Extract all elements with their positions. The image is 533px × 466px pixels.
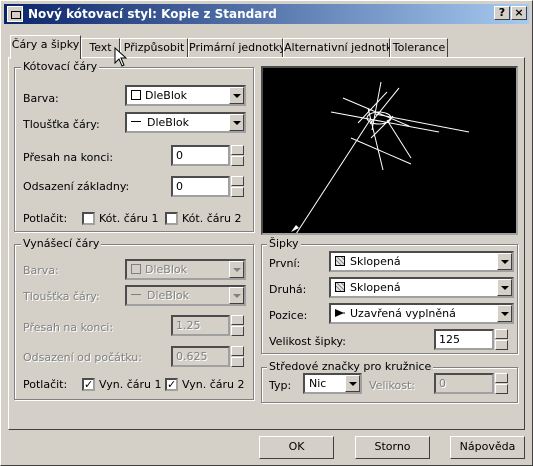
center-type-label: Typ: xyxy=(269,379,292,392)
ext-extend-input[interactable]: 1.25 xyxy=(171,315,230,336)
arrow-first-select[interactable]: Sklopená xyxy=(329,251,514,272)
ext-suppress1-checkbox[interactable]: ✓ xyxy=(82,378,95,391)
ext-lines-title: Vynášecí čáry xyxy=(21,237,102,250)
dim-extend-label: Přesah na konci: xyxy=(23,151,114,164)
ext-extend-spinner[interactable] xyxy=(231,315,244,336)
dialog-window: Nový kótovací styl: Kopie z Standard ? ×… xyxy=(0,0,533,466)
tab-tolerance[interactable]: Tolerance xyxy=(390,38,448,58)
oblique-arrow-icon xyxy=(335,256,345,266)
ok-button[interactable]: OK xyxy=(259,436,334,459)
window-title: Nový kótovací styl: Kopie z Standard xyxy=(28,7,277,21)
arrow-first-value: Sklopená xyxy=(350,255,401,268)
close-button[interactable]: × xyxy=(511,6,527,20)
dim-baseline-value: 0 xyxy=(176,180,183,193)
arrow-second-value: Sklopená xyxy=(350,281,401,294)
chevron-down-icon[interactable] xyxy=(497,253,512,270)
dim-lineweight-select[interactable]: DleBlok xyxy=(125,112,246,133)
ext-offset-spinner[interactable] xyxy=(231,346,244,367)
arrow-size-input[interactable]: 125 xyxy=(434,329,494,350)
chevron-down-icon[interactable] xyxy=(229,261,244,278)
chevron-down-icon[interactable] xyxy=(229,114,244,131)
arrow-size-label: Velikost šipky: xyxy=(269,335,346,348)
help-title-button[interactable]: ? xyxy=(494,6,510,20)
chevron-down-icon[interactable] xyxy=(229,287,244,304)
center-size-label: Velikost: xyxy=(369,379,416,392)
dim-suppress1-checkbox[interactable] xyxy=(82,212,95,225)
arrow-first-label: První: xyxy=(269,257,301,270)
chevron-down-icon[interactable] xyxy=(497,279,512,296)
dim-suppress-label: Potlačit: xyxy=(23,212,68,225)
line-sample-icon xyxy=(131,294,141,295)
arrow-leader-label: Pozice: xyxy=(269,309,308,322)
dim-suppress1-label: Kót. čáru 1 xyxy=(99,212,159,225)
center-size-spinner[interactable] xyxy=(495,373,508,394)
preview-drawing xyxy=(291,81,470,235)
ext-lineweight-label: Tloušťka čáry: xyxy=(23,290,100,303)
ext-suppress2-label: Vyn. čáru 2 xyxy=(182,378,245,391)
oblique-arrow-icon xyxy=(335,282,345,292)
ext-offset-input[interactable]: 0.625 xyxy=(171,346,230,367)
ext-suppress2-checkbox[interactable]: ✓ xyxy=(165,378,178,391)
ext-extend-value: 1.25 xyxy=(176,319,201,332)
dim-baseline-input[interactable]: 0 xyxy=(171,176,230,197)
tab-alternate-units[interactable]: Alternativní jednotky xyxy=(283,38,398,58)
ext-color-label: Barva: xyxy=(23,264,59,277)
ext-offset-label: Odsazení od počátku: xyxy=(23,351,142,364)
mouse-cursor-icon xyxy=(114,47,128,67)
color-swatch xyxy=(131,90,141,100)
dim-baseline-label: Odsazení základny: xyxy=(23,180,130,193)
app-icon xyxy=(7,6,23,22)
color-swatch xyxy=(131,264,141,274)
dim-baseline-spinner[interactable] xyxy=(231,176,244,197)
chevron-down-icon[interactable] xyxy=(497,305,512,322)
dim-color-label: Barva: xyxy=(23,92,59,105)
arrow-size-spinner[interactable] xyxy=(495,329,508,350)
chevron-down-icon[interactable] xyxy=(345,375,360,392)
center-marks-title: Středové značky pro kružnice xyxy=(267,360,434,373)
cancel-button[interactable]: Storno xyxy=(355,436,430,459)
dim-color-value: DleBlok xyxy=(145,89,187,102)
arrow-leader-value: Uzavřená vyplněná xyxy=(350,307,456,320)
dim-extend-input[interactable]: 0 xyxy=(171,145,230,166)
preview-leader-line xyxy=(295,119,371,235)
arrow-leader-select[interactable]: Uzavřená vyplněná xyxy=(329,303,514,324)
dim-suppress2-label: Kót. čáru 2 xyxy=(182,212,242,225)
arrow-second-label: Druhá: xyxy=(269,283,307,296)
dim-lineweight-label: Tloušťka čáry: xyxy=(23,118,100,131)
arrow-size-value: 125 xyxy=(439,333,460,346)
tab-lines-arrows[interactable]: Čáry a šipky xyxy=(10,35,81,59)
dim-color-select[interactable]: DleBlok xyxy=(125,85,246,106)
help-button[interactable]: Nápověda xyxy=(450,436,525,459)
tab-fit[interactable]: Přizpůsobit xyxy=(120,38,188,58)
line-sample-icon xyxy=(131,121,141,122)
ext-color-select[interactable]: DleBlok xyxy=(125,259,246,280)
center-size-value: 0 xyxy=(439,377,446,390)
ext-extend-label: Přesah na konci: xyxy=(23,321,114,334)
center-size-input[interactable]: 0 xyxy=(434,373,494,394)
dim-extend-spinner[interactable] xyxy=(231,145,244,166)
closed-filled-arrow-icon xyxy=(335,308,345,318)
ext-suppress1-label: Vyn. čáru 1 xyxy=(99,378,162,391)
dim-lines-title: Kótovací čáry xyxy=(21,60,100,73)
ext-offset-value: 0.625 xyxy=(176,350,208,363)
ext-color-value: DleBlok xyxy=(145,263,187,276)
ext-suppress-label: Potlačit: xyxy=(23,378,68,391)
center-type-value: Nic xyxy=(309,377,327,390)
dim-lineweight-value: DleBlok xyxy=(147,116,189,129)
center-type-select[interactable]: Nic xyxy=(303,373,362,394)
ext-lineweight-value: DleBlok xyxy=(147,289,189,302)
arrow-second-select[interactable]: Sklopená xyxy=(329,277,514,298)
tab-primary-units[interactable]: Primární jednotky xyxy=(188,38,286,58)
ext-lineweight-select[interactable]: DleBlok xyxy=(125,285,246,306)
preview-canvas xyxy=(261,66,518,235)
preview-line xyxy=(330,111,440,133)
arrows-title: Šipky xyxy=(267,237,301,250)
dim-extend-value: 0 xyxy=(176,149,183,162)
chevron-down-icon[interactable] xyxy=(229,87,244,104)
title-bar: Nový kótovací styl: Kopie z Standard ? × xyxy=(4,4,529,24)
dim-suppress2-checkbox[interactable] xyxy=(165,212,178,225)
